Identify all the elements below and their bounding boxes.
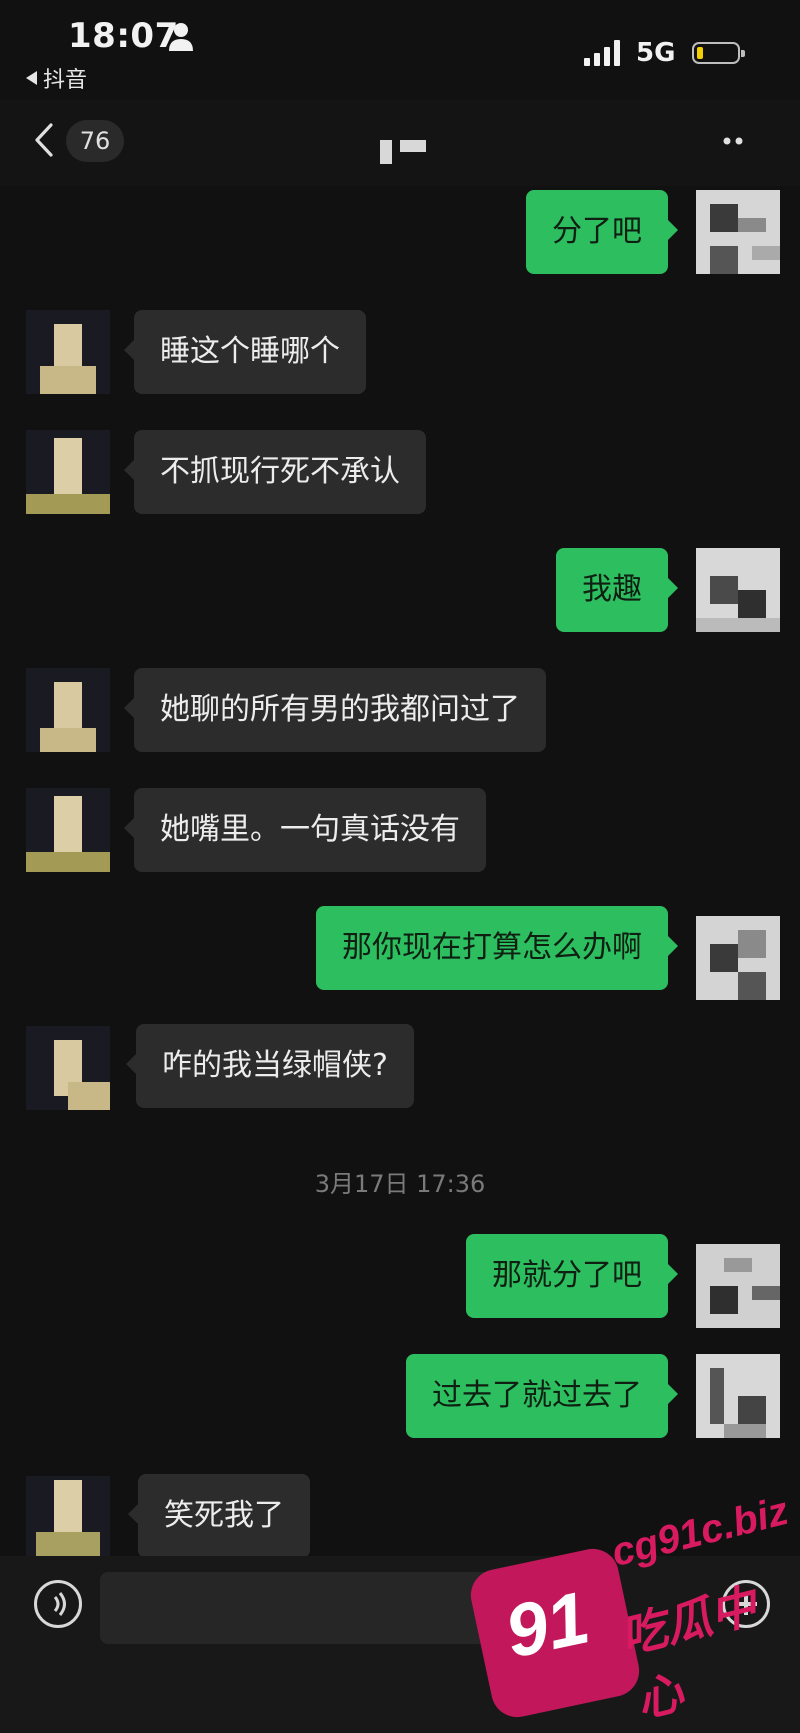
outgoing-message[interactable]: 过去了就过去了 xyxy=(406,1354,678,1438)
watermark-number: 91 xyxy=(498,1575,597,1674)
outgoing-message[interactable]: 我趣 xyxy=(556,548,678,632)
contact-avatar[interactable] xyxy=(26,1476,110,1560)
battery-fill xyxy=(697,47,703,59)
my-avatar[interactable] xyxy=(696,190,780,274)
more-icon[interactable] xyxy=(722,136,752,146)
battery-icon xyxy=(692,42,745,64)
my-avatar[interactable] xyxy=(696,916,780,1000)
my-avatar[interactable] xyxy=(696,548,780,632)
my-avatar[interactable] xyxy=(696,1354,780,1438)
my-avatar[interactable] xyxy=(696,1244,780,1328)
chat-title-censored xyxy=(380,136,426,164)
outgoing-message[interactable]: 那你现在打算怎么办啊 xyxy=(316,906,678,990)
incoming-message[interactable]: 笑死我了 xyxy=(128,1474,310,1558)
chat-timestamp: 3月17日 17:36 xyxy=(314,1170,486,1198)
back-to-app-link[interactable]: 抖音 xyxy=(26,62,87,94)
contact-avatar[interactable] xyxy=(26,1026,110,1110)
watermark-text: 吃瓜中心 xyxy=(614,1578,762,1729)
chat-header: 76 xyxy=(0,100,800,186)
status-time: 18:07 xyxy=(68,16,179,56)
battery-nub xyxy=(741,50,745,57)
chat-area[interactable]: 分了吧 睡这个睡哪个 不抓现行死不承认 我趣 她聊的所有男的我都问过了 她嘴里。… xyxy=(0,186,800,1560)
watermark: 91 cg91c.biz 吃瓜中心 xyxy=(466,1489,800,1733)
outgoing-message[interactable]: 那就分了吧 xyxy=(466,1234,678,1318)
contact-avatar[interactable] xyxy=(26,430,110,514)
unread-count-badge[interactable]: 76 xyxy=(66,120,124,162)
contact-avatar[interactable] xyxy=(26,668,110,752)
back-triangle-icon xyxy=(26,71,37,85)
person-icon xyxy=(169,23,193,51)
contact-avatar[interactable] xyxy=(26,788,110,872)
incoming-message[interactable]: 她嘴里。一句真话没有 xyxy=(124,788,486,872)
incoming-message[interactable]: 她聊的所有男的我都问过了 xyxy=(124,668,546,752)
incoming-message[interactable]: 睡这个睡哪个 xyxy=(124,310,366,394)
voice-icon[interactable] xyxy=(34,1580,82,1628)
incoming-message[interactable]: 咋的我当绿帽侠? xyxy=(126,1024,414,1108)
outgoing-message[interactable]: 分了吧 xyxy=(526,190,678,274)
watermark-url: cg91c.biz xyxy=(607,1488,793,1576)
network-type: 5G xyxy=(636,38,676,68)
signal-icon xyxy=(584,40,620,66)
chevron-left-icon[interactable] xyxy=(34,122,54,158)
incoming-message[interactable]: 不抓现行死不承认 xyxy=(124,430,426,514)
back-app-label: 抖音 xyxy=(43,68,88,93)
status-bar: 18:07 抖音 5G xyxy=(0,0,800,100)
contact-avatar[interactable] xyxy=(26,310,110,394)
